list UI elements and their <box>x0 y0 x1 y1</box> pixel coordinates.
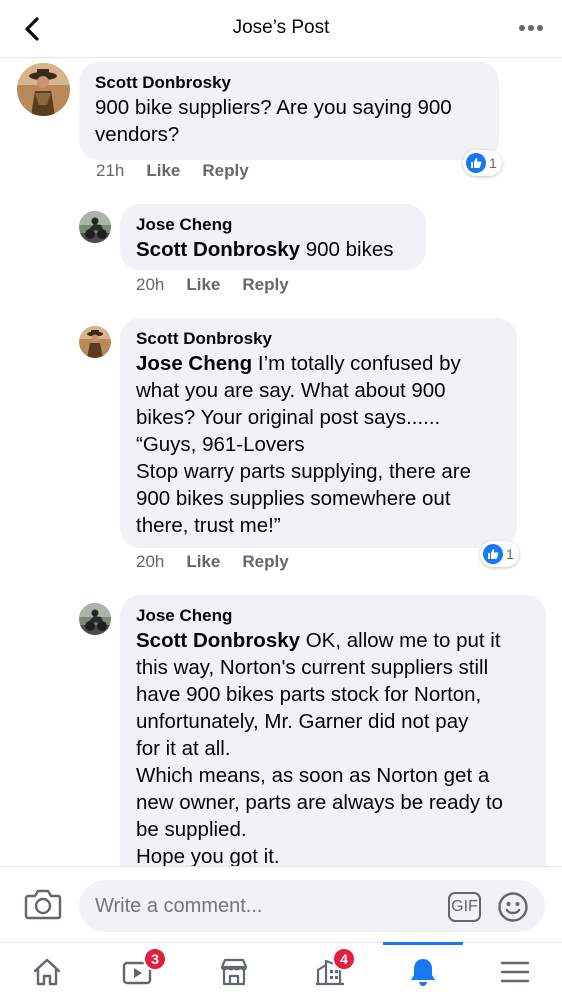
reaction-count[interactable]: 1 <box>480 541 519 567</box>
mention-link[interactable]: Scott Donbrosky <box>136 238 300 261</box>
comment-meta: 20h Like Reply <box>136 275 311 295</box>
reaction-count-label: 1 <box>506 546 514 562</box>
menu-icon <box>500 961 530 983</box>
tab-watch[interactable]: 3 <box>97 943 177 1000</box>
active-tab-indicator <box>383 942 463 945</box>
comment-body: OK, allow me to put it this way, Norton'… <box>136 629 503 868</box>
page-title: Jose’s Post <box>232 17 330 38</box>
comment-time: 21h <box>96 161 125 180</box>
comment-body: 900 bikes <box>300 238 394 261</box>
comment-author[interactable]: Jose Cheng <box>136 214 410 236</box>
reply-button[interactable]: Reply <box>242 275 288 294</box>
tab-pages[interactable]: 4 <box>290 943 370 1000</box>
avatar[interactable] <box>79 326 111 358</box>
reaction-count-label: 1 <box>489 155 497 171</box>
reply-button[interactable]: Reply <box>242 552 288 571</box>
comment-author[interactable]: Jose Cheng <box>136 605 530 627</box>
comment-bubble[interactable]: Scott Donbrosky 900 bike suppliers? Are … <box>79 62 499 160</box>
notification-badge: 4 <box>332 947 356 971</box>
tab-menu[interactable] <box>475 943 555 1000</box>
comment-text: Jose Cheng I’m totally confused by what … <box>136 350 501 539</box>
reaction-count[interactable]: 1 <box>463 150 502 176</box>
avatar[interactable] <box>79 603 111 635</box>
notification-badge: 3 <box>143 947 167 971</box>
mention-link[interactable]: Scott Donbrosky <box>136 629 300 652</box>
comment-text: Scott Donbrosky OK, allow me to put it t… <box>136 627 530 870</box>
comment-author[interactable]: Scott Donbrosky <box>136 328 501 350</box>
like-reaction-icon <box>466 153 486 173</box>
comment-input[interactable] <box>95 892 435 920</box>
header-bar: Jose’s Post <box>0 0 562 58</box>
like-button[interactable]: Like <box>186 275 220 294</box>
gif-button[interactable]: GIF <box>448 892 481 922</box>
like-reaction-icon <box>483 544 503 564</box>
bottom-tab-bar: 3 4 <box>0 942 562 1000</box>
avatar[interactable] <box>79 211 111 243</box>
avatar[interactable] <box>17 63 70 116</box>
comment-meta: 21h Like Reply <box>96 161 271 181</box>
tab-home[interactable] <box>7 943 87 1000</box>
like-button[interactable]: Like <box>146 161 180 180</box>
comment-composer: GIF <box>0 866 562 942</box>
comment-bubble[interactable]: Jose Cheng Scott Donbrosky OK, allow me … <box>120 595 546 885</box>
comment-bubble[interactable]: Jose Cheng Scott Donbrosky 900 bikes <box>120 204 426 270</box>
comment-input-box[interactable]: GIF <box>79 880 545 932</box>
home-icon <box>33 958 61 986</box>
comment-meta: 20h Like Reply <box>136 552 311 572</box>
like-button[interactable]: Like <box>186 552 220 571</box>
emoji-icon[interactable] <box>497 891 529 923</box>
comment-body: I’m totally confused by what you are say… <box>136 352 471 537</box>
tab-marketplace[interactable] <box>194 943 274 1000</box>
notifications-bell-icon <box>411 959 435 986</box>
comment-text: 900 bike suppliers? Are you saying 900 v… <box>95 94 483 148</box>
comment-author[interactable]: Scott Donbrosky <box>95 72 483 94</box>
mention-link[interactable]: Jose Cheng <box>136 352 252 375</box>
reply-button[interactable]: Reply <box>202 161 248 180</box>
camera-icon[interactable] <box>24 887 62 921</box>
comment-time: 20h <box>136 552 165 571</box>
marketplace-icon <box>220 958 248 986</box>
more-dots-icon[interactable] <box>518 24 544 32</box>
comment-time: 20h <box>136 275 165 294</box>
comment-bubble[interactable]: Scott Donbrosky Jose Cheng I’m totally c… <box>120 318 517 548</box>
tab-notifications[interactable] <box>383 942 463 1000</box>
comment-text: Scott Donbrosky 900 bikes <box>136 236 410 263</box>
comment-body: 900 bike suppliers? Are you saying 900 v… <box>95 96 452 146</box>
